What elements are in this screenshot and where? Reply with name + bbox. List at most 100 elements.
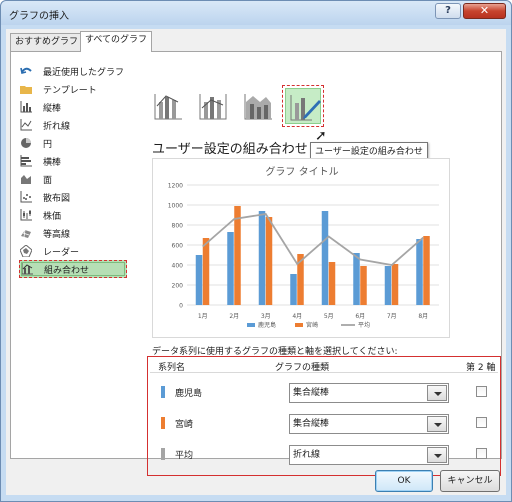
pie-chart-icon (19, 137, 33, 149)
combo-chart: グラフ タイトル 0 200 400 600 800 1000 1200 1月 2月 3月 4月 5月 6… (168, 165, 439, 329)
series-name: 平均 (175, 451, 194, 461)
column-header-series-name: 系列名 (158, 363, 186, 373)
bar-chart-icon (19, 155, 33, 167)
category-stock[interactable]: 株価 (19, 206, 127, 224)
column-header-chart-type: グラフの種類 (275, 363, 330, 373)
y-tick-label: 200 (172, 283, 184, 290)
subtype-stacked-area-column[interactable] (240, 88, 276, 124)
legend-swatch (295, 323, 303, 327)
cancel-button[interactable]: キャンセル (440, 470, 500, 492)
bar (202, 238, 210, 305)
undo-arrow-icon (19, 65, 33, 77)
y-tick-label: 400 (172, 263, 184, 270)
stacked-area-column-icon (244, 94, 272, 120)
x-tick-label: 2月 (229, 313, 239, 320)
chevron-down-icon[interactable] (427, 385, 447, 401)
insert-chart-dialog: グラフの挿入 ? ✕ おすすめグラフ すべてのグラフ 最近使用したグラフ テンプ… (0, 0, 512, 502)
series-row-miyazaki: 宮崎 集合縦棒 (148, 414, 500, 434)
category-templates[interactable]: テンプレート (19, 80, 127, 98)
category-label: 円 (43, 139, 53, 150)
help-button[interactable]: ? (435, 3, 461, 19)
chart-type-select[interactable]: 集合縦棒 (289, 383, 449, 403)
chart-type-value: 集合縦棒 (293, 388, 330, 398)
category-label: 散布図 (43, 193, 71, 204)
series-row-kagoshima: 鹿児島 集合縦棒 (148, 383, 500, 403)
chevron-down-icon[interactable] (427, 447, 447, 463)
category-recent[interactable]: 最近使用したグラフ (19, 62, 127, 80)
title-bar[interactable]: グラフの挿入 ? ✕ (1, 1, 511, 25)
legend-swatch (247, 323, 255, 327)
all-charts-panel: 最近使用したグラフ テンプレート 縦棒 折れ線 円 横棒 面 散布図 株価 等高… (10, 51, 502, 476)
folder-icon (19, 83, 33, 95)
column-chart-icon (19, 101, 33, 113)
bar (416, 239, 423, 305)
category-area[interactable]: 面 (19, 170, 127, 188)
category-pie[interactable]: 円 (19, 134, 127, 152)
category-label: 横棒 (43, 157, 62, 168)
series-table-header: 系列名 グラフの種類 第 2 軸 (150, 359, 498, 373)
secondary-axis-checkbox[interactable] (476, 448, 487, 459)
bar (423, 236, 430, 305)
column-line-secondary-axis-icon (199, 94, 227, 120)
radar-chart-icon (19, 245, 33, 257)
subtype-column-line-secondary-axis[interactable] (195, 88, 231, 124)
bar (290, 274, 297, 305)
x-tick-label: 1月 (198, 313, 208, 320)
chevron-down-icon[interactable] (427, 416, 447, 432)
chart-title: グラフ タイトル (265, 165, 338, 178)
category-radar[interactable]: レーダー (19, 242, 127, 260)
series-name: 鹿児島 (175, 389, 203, 399)
series-row-average: 平均 折れ線 (148, 445, 500, 465)
subtype-custom-combination[interactable] (282, 85, 324, 127)
category-line[interactable]: 折れ線 (19, 116, 127, 134)
category-bar[interactable]: 横棒 (19, 152, 127, 170)
dialog-body: おすすめグラフ すべてのグラフ 最近使用したグラフ テンプレート 縦棒 折れ線 (6, 29, 506, 495)
chart-type-value: 集合縦棒 (293, 419, 330, 429)
y-tick-label: 1200 (168, 183, 183, 190)
y-tick-label: 600 (172, 243, 184, 250)
series-name: 宮崎 (175, 420, 194, 430)
category-label: テンプレート (43, 85, 97, 96)
category-combo[interactable]: 組み合わせ (19, 260, 127, 278)
secondary-axis-checkbox[interactable] (476, 386, 487, 397)
x-tick-label: 8月 (418, 313, 428, 320)
close-button[interactable]: ✕ (463, 3, 506, 19)
subtype-clustered-column-line[interactable] (150, 88, 186, 124)
tab-recommended-charts[interactable]: おすすめグラフ (10, 33, 84, 51)
category-surface[interactable]: 等高線 (19, 224, 127, 242)
category-label: 株価 (43, 211, 62, 222)
y-tick-label: 800 (172, 223, 184, 230)
ok-button[interactable]: OK (375, 470, 433, 492)
x-tick-label: 3月 (261, 313, 271, 320)
category-scatter[interactable]: 散布図 (19, 188, 127, 206)
bar (258, 211, 266, 305)
x-tick-label: 6月 (355, 313, 365, 320)
secondary-axis-checkbox[interactable] (476, 417, 487, 428)
bar (360, 266, 367, 305)
legend-label: 鹿児島 (258, 321, 276, 329)
bar (265, 217, 273, 305)
series-settings-frame: 系列名 グラフの種類 第 2 軸 鹿児島 集合縦棒 宮崎 集合縦棒 平均 折れ線 (147, 356, 501, 476)
line-chart-icon (19, 119, 33, 131)
category-label: 折れ線 (43, 121, 71, 132)
x-tick-label: 7月 (387, 313, 397, 320)
category-label: 面 (43, 175, 53, 186)
tab-all-charts[interactable]: すべてのグラフ (80, 31, 153, 52)
category-label: 等高線 (43, 229, 71, 240)
category-column[interactable]: 縦棒 (19, 98, 127, 116)
chart-type-select[interactable]: 集合縦棒 (289, 414, 449, 434)
category-label: 最近使用したグラフ (43, 67, 125, 78)
bar (391, 264, 399, 305)
scatter-chart-icon (19, 191, 33, 203)
bar (195, 255, 203, 305)
bar (227, 232, 234, 305)
column-header-secondary-axis: 第 2 軸 (466, 363, 496, 373)
chart-type-select[interactable]: 折れ線 (289, 445, 449, 465)
surface-chart-icon (19, 227, 33, 239)
bar (234, 206, 241, 305)
y-tick-label: 1000 (168, 203, 183, 210)
y-tick-label: 0 (179, 303, 183, 310)
legend-label: 宮崎 (306, 321, 318, 329)
tooltip: ユーザー設定の組み合わせ (310, 142, 428, 159)
category-label: 縦棒 (43, 103, 62, 114)
